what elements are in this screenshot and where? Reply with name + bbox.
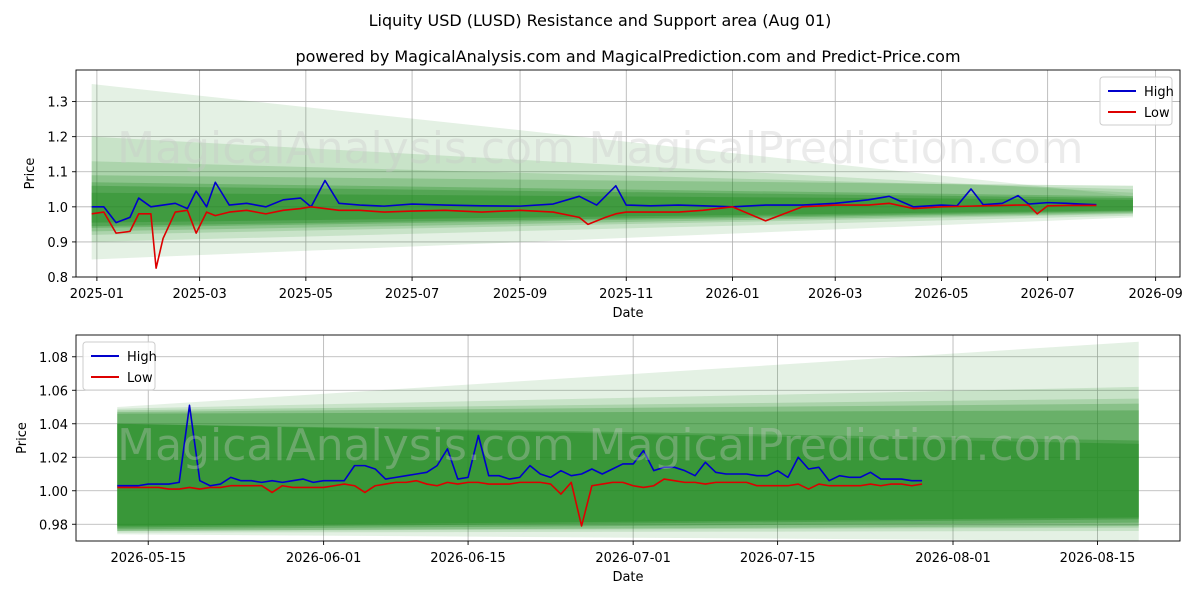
figure: Liquity USD (LUSD) Resistance and Suppor… <box>15 11 1183 585</box>
y-tick-label: 0.8 <box>47 271 68 286</box>
legend-label-low: Low <box>1144 106 1170 121</box>
y-tick-label: 0.98 <box>39 518 68 533</box>
watermark: MagicalAnalysis.com <box>117 123 575 174</box>
watermark: MagicalPrediction.com <box>589 420 1084 471</box>
x-tick-label: 2026-07-01 <box>595 551 671 566</box>
x-tick-label: 2025-07 <box>385 287 439 302</box>
x-axis-label: Date <box>612 570 643 585</box>
y-tick-label: 1.08 <box>39 351 68 366</box>
x-tick-label: 2025-05 <box>279 287 333 302</box>
x-tick-label: 2025-01 <box>70 287 124 302</box>
x-tick-label: 2026-06-15 <box>430 551 506 566</box>
x-tick-label: 2026-07-15 <box>740 551 816 566</box>
y-tick-label: 1.3 <box>47 96 68 111</box>
x-tick-label: 2026-09 <box>1128 287 1182 302</box>
legend-label-low: Low <box>127 371 153 386</box>
y-tick-label: 1.1 <box>47 166 68 181</box>
legend-label-high: High <box>127 350 157 365</box>
x-tick-label: 2026-06-01 <box>286 551 362 566</box>
legend-label-high: High <box>1144 85 1174 100</box>
y-tick-label: 1.00 <box>39 485 68 500</box>
watermark: MagicalPrediction.com <box>589 123 1084 174</box>
x-tick-label: 2026-07 <box>1020 287 1074 302</box>
x-tick-label: 2026-08-15 <box>1060 551 1136 566</box>
y-tick-label: 1.2 <box>47 131 68 146</box>
y-tick-label: 1.0 <box>47 201 68 216</box>
x-tick-label: 2026-08-01 <box>915 551 991 566</box>
x-tick-label: 2026-01 <box>705 287 759 302</box>
y-tick-label: 1.06 <box>39 384 68 399</box>
y-tick-label: 1.02 <box>39 451 68 466</box>
x-axis-label: Date <box>612 306 643 321</box>
x-tick-label: 2025-03 <box>172 287 226 302</box>
x-tick-label: 2025-09 <box>493 287 547 302</box>
legend: High Low <box>1099 76 1174 126</box>
y-axis-label: Price <box>15 422 30 454</box>
x-tick-label: 2026-03 <box>808 287 862 302</box>
x-tick-label: 2026-05-15 <box>110 551 186 566</box>
x-tick-label: 2025-11 <box>599 287 653 302</box>
y-tick-label: 0.9 <box>47 236 68 251</box>
watermark: MagicalAnalysis.com <box>117 420 575 471</box>
legend: High Low <box>82 341 157 391</box>
y-axis-label: Price <box>23 158 38 190</box>
chart-title: Liquity USD (LUSD) Resistance and Suppor… <box>369 11 832 30</box>
bottom-chart-panel: MagicalAnalysis.com MagicalPrediction.com… <box>15 334 1181 585</box>
top-chart-panel: MagicalAnalysis.com MagicalPrediction.com… <box>23 69 1183 321</box>
y-tick-label: 1.04 <box>39 418 68 433</box>
chart-subtitle: powered by MagicalAnalysis.com and Magic… <box>295 47 960 66</box>
x-tick-label: 2026-05 <box>914 287 968 302</box>
